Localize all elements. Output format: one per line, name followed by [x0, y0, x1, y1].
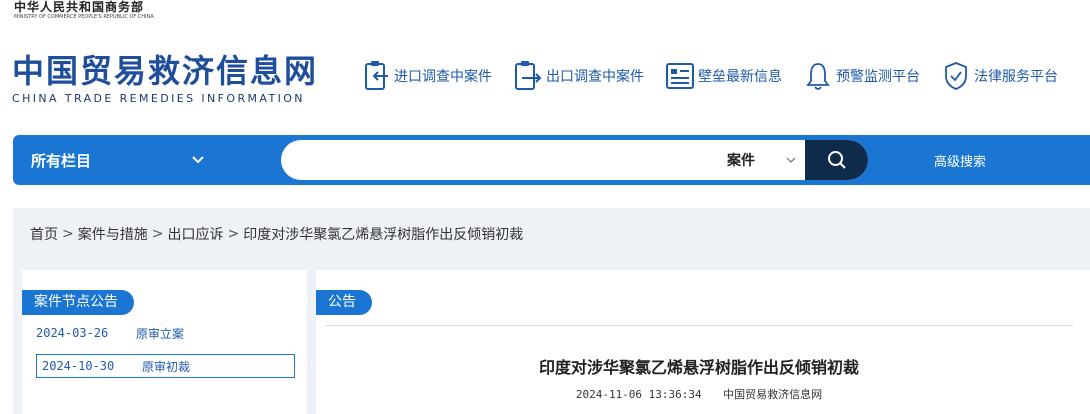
nav-label: 出口调查中案件 — [546, 69, 644, 85]
article-source: 中国贸易救济信息网 — [723, 388, 823, 401]
ministry-name-en: MINISTRY OF COMMERCE PEOPLE'S REPUBLIC O… — [14, 14, 154, 20]
search-button[interactable] — [805, 140, 868, 180]
case-nodes-title: 案件节点公告 — [22, 290, 134, 315]
case-node-item-active[interactable]: 2024-10-30 原审初裁 — [36, 354, 295, 378]
case-node-item[interactable]: 2024-03-26 原审立案 — [36, 321, 184, 345]
case-node-date: 2024-03-26 — [36, 326, 109, 340]
breadcrumb-home[interactable]: 首页 — [30, 224, 58, 244]
ministry-logo[interactable]: 中华人民共和国商务部 MINISTRY OF COMMERCE PEOPLE'S… — [14, 0, 184, 21]
site-title-cn: 中国贸易救济信息网 — [12, 52, 319, 90]
ministry-name-cn: 中华人民共和国商务部 — [14, 0, 145, 14]
site-title-en: CHINA TRADE REMEDIES INFORMATION — [12, 92, 305, 105]
advanced-search-link[interactable]: 高级搜索 — [934, 135, 986, 185]
search-bar: 所有栏目 案件 高级搜索 — [13, 135, 1090, 185]
nav-label: 预警监测平台 — [836, 69, 920, 85]
breadcrumb-export-response[interactable]: 出口应诉 — [167, 224, 223, 244]
breadcrumb: 首页 > 案件与措施 > 出口应诉 > 印度对涉华聚氯乙烯悬浮树脂作出反倾销初裁 — [30, 224, 523, 244]
nav-barrier-info[interactable]: 壁垒最新信息 — [666, 60, 782, 92]
document-list-icon — [666, 63, 694, 89]
clipboard-out-icon — [515, 61, 542, 90]
nav-label: 壁垒最新信息 — [698, 69, 782, 85]
nav-legal-service[interactable]: 法律服务平台 — [942, 60, 1058, 92]
breadcrumb-separator: > — [151, 226, 164, 242]
nav-import-cases[interactable]: 进口调查中案件 — [362, 60, 492, 92]
category-dropdown[interactable]: 所有栏目 — [31, 135, 205, 185]
nav-label: 法律服务平台 — [974, 69, 1058, 85]
search-input[interactable] — [295, 140, 715, 180]
article-meta: 2024-11-06 13:36:34 中国贸易救济信息网 — [316, 386, 1082, 402]
category-label: 所有栏目 — [31, 151, 92, 170]
search-type-label: 案件 — [727, 153, 755, 169]
bell-icon — [806, 63, 830, 90]
search-icon — [827, 151, 846, 169]
case-nodes-panel: 案件节点公告 2024-03-26 原审立案 2024-10-30 原审初裁 — [22, 270, 307, 414]
chevron-down-icon — [192, 156, 204, 164]
article-datetime: 2024-11-06 13:36:34 — [575, 388, 702, 401]
nav-warning-platform[interactable]: 预警监测平台 — [804, 60, 920, 92]
divider — [326, 325, 1073, 326]
breadcrumb-separator: > — [227, 226, 240, 242]
article-section-tag: 公告 — [316, 290, 372, 315]
article-panel: 公告 印度对涉华聚氯乙烯悬浮树脂作出反倾销初裁 2024-11-06 13:36… — [316, 270, 1090, 414]
chevron-down-icon — [786, 157, 796, 164]
shield-check-icon — [945, 62, 967, 90]
breadcrumb-current: 印度对涉华聚氯乙烯悬浮树脂作出反倾销初裁 — [243, 227, 524, 243]
case-node-label: 原审初裁 — [142, 359, 191, 374]
breadcrumb-separator: > — [62, 226, 74, 242]
article-title: 印度对涉华聚氯乙烯悬浮树脂作出反倾销初裁 — [538, 358, 859, 377]
case-node-date: 2024-10-30 — [42, 359, 115, 373]
clipboard-in-icon — [365, 61, 388, 90]
nav-label: 进口调查中案件 — [394, 69, 492, 85]
nav-export-cases[interactable]: 出口调查中案件 — [514, 60, 644, 92]
search-type-dropdown[interactable]: 案件 — [727, 140, 797, 180]
search-box: 案件 — [281, 140, 868, 180]
site-logo[interactable]: 中国贸易救济信息网 CHINA TRADE REMEDIES INFORMATI… — [12, 52, 318, 106]
breadcrumb-cases-measures[interactable]: 案件与措施 — [78, 224, 148, 244]
top-nav: 进口调查中案件 出口调查中案件 壁垒最新信息 预警监测平台 法律服务平台 — [362, 60, 1080, 92]
case-node-label: 原审立案 — [136, 326, 185, 341]
